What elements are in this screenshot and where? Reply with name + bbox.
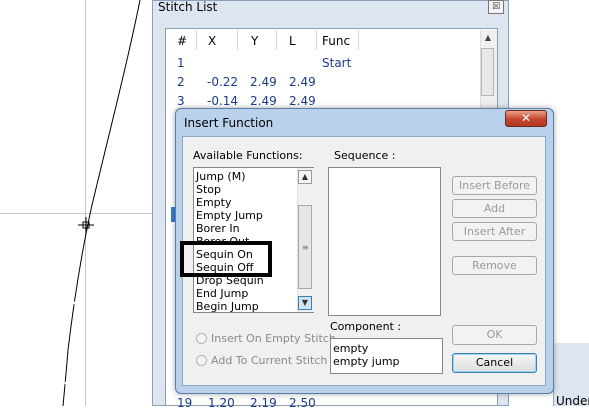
scroll-up-arrow-icon[interactable]: ▲ [481,31,495,45]
list-item[interactable]: Begin Jump [196,300,259,313]
ok-button[interactable]: OK [452,325,537,345]
list-item[interactable]: Stop [196,183,221,196]
dialog-close-button[interactable]: ✕ [505,110,547,127]
stitch-path [62,0,141,406]
cell-l: 2.49 [289,94,316,108]
list-item[interactable]: empty jump [333,355,400,368]
column-divider [316,30,317,50]
cell-y: 2.19 [250,396,277,410]
stitch-point [73,301,77,305]
cell-x: -0.14 [207,94,239,108]
cell-x: -0.22 [207,75,239,89]
list-item[interactable]: Borer In [196,222,240,235]
add-button[interactable]: Add [452,199,537,218]
scroll-up-arrow-icon[interactable]: ▲ [298,170,312,184]
available-functions-label: Available Functions: [193,149,303,162]
scrollbar-thumb[interactable] [481,48,494,96]
list-item[interactable]: Empty [196,196,231,209]
sequence-label: Sequence : [334,149,396,162]
insert-on-empty-label: Insert On Empty Stitch [211,332,336,345]
cell-func: Start [322,56,352,70]
component-label: Component : [330,320,402,333]
column-divider [237,30,238,50]
cell-l: 2.50 [289,396,316,410]
cell-y: 2.49 [250,75,277,89]
stitch-point [99,144,103,148]
cell-y: 2.49 [250,94,277,108]
column-header-y[interactable]: Y [251,34,258,48]
dialog-title: Insert Function [184,116,274,130]
column-header-index[interactable]: # [177,34,187,48]
scroll-down-arrow-icon[interactable]: ▼ [298,296,312,310]
list-item[interactable]: empty [333,342,368,355]
grip-icon: ≡ [302,243,309,252]
column-header-func[interactable]: Func [322,34,350,48]
list-item[interactable]: End Jump [196,287,248,300]
column-divider [276,30,277,50]
remove-button[interactable]: Remove [452,256,537,275]
cell-l: 2.49 [289,75,316,89]
column-header-x[interactable]: X [208,34,216,48]
insert-on-empty-radio[interactable] [196,333,207,344]
sequence-list[interactable] [328,167,441,316]
list-item[interactable]: Jump (M) [196,170,245,183]
column-divider [196,30,197,50]
stitch-list-title: Stitch List [158,0,218,14]
cell-index: 2 [177,75,185,89]
column-divider [358,30,359,50]
column-header-l[interactable]: L [289,34,296,48]
cell-index: 1 [177,56,185,70]
stitch-point [64,381,68,385]
cell-x: 1.20 [208,396,235,410]
cell-index: 19 [177,396,193,410]
insert-before-button[interactable]: Insert Before [452,176,537,195]
annotation-highlight-box [180,241,272,277]
stitch-list-close-button[interactable]: ☒ [488,0,504,14]
cancel-button[interactable]: Cancel [452,353,537,373]
add-to-current-label: Add To Current Stitch [211,354,328,367]
insert-after-button[interactable]: Insert After [452,222,537,241]
add-to-current-radio[interactable] [196,355,207,366]
list-item[interactable]: Empty Jump [196,209,263,222]
crosshair-cursor-icon [78,217,94,233]
cell-index: 3 [177,94,185,108]
stitch-point [116,66,120,70]
